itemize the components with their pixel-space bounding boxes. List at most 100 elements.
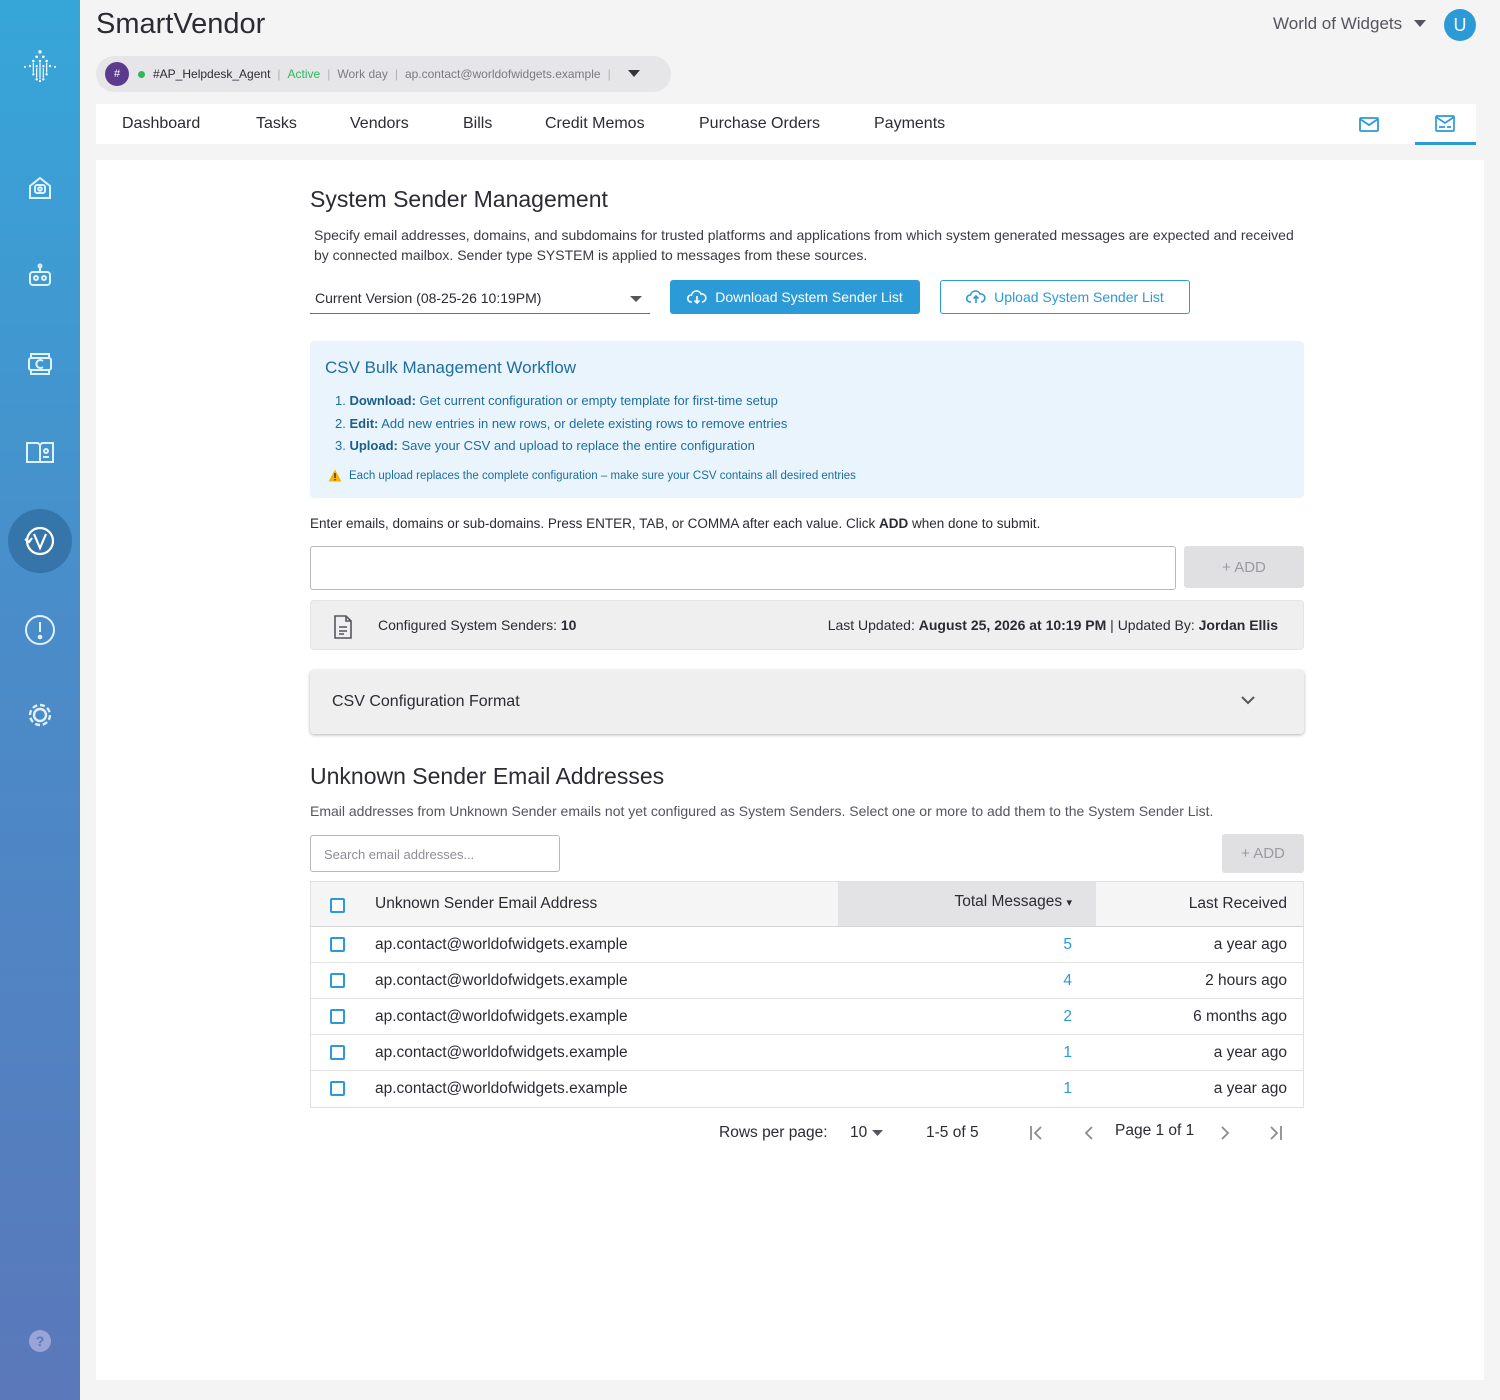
row-total-messages[interactable]: 5 xyxy=(1063,936,1072,954)
download-label: Download System Sender List xyxy=(715,289,903,305)
unknown-senders-description: Email addresses from Unknown Sender emai… xyxy=(310,803,1214,819)
row-last-received: a year ago xyxy=(1213,1044,1287,1061)
settings-icon[interactable] xyxy=(20,695,60,735)
row-last-received: 6 months ago xyxy=(1193,1008,1287,1025)
row-last-received: a year ago xyxy=(1213,1080,1287,1097)
rows-per-page-label: Rows per page: xyxy=(719,1124,828,1141)
version-value: Current Version (08-25-26 10:19PM) xyxy=(315,290,542,306)
agent-hash-icon: # xyxy=(105,62,129,86)
row-total-messages[interactable]: 2 xyxy=(1063,1008,1072,1026)
upload-label: Upload System Sender List xyxy=(994,289,1164,305)
row-total-messages[interactable]: 4 xyxy=(1063,972,1072,990)
csv-format-accordion[interactable]: CSV Configuration Format xyxy=(310,670,1304,734)
col-email[interactable]: Unknown Sender Email Address xyxy=(375,895,597,913)
agent-schedule: Work day xyxy=(337,67,388,81)
agent-selector[interactable]: # #AP_Helpdesk_Agent | Active | Work day… xyxy=(96,56,671,92)
status-dot xyxy=(138,70,145,78)
org-name: World of Widgets xyxy=(1273,14,1403,33)
robot-icon[interactable] xyxy=(20,256,60,296)
configured-count: Configured System Senders: 10 xyxy=(378,617,577,633)
document-icon xyxy=(334,615,352,639)
app-title: SmartVendor xyxy=(96,8,266,40)
separator: | xyxy=(327,67,331,81)
separator: | xyxy=(394,67,398,81)
mail-icon[interactable] xyxy=(1357,112,1381,136)
table-row: ap.contact@worldofwidgets.example 4 2 ho… xyxy=(311,963,1303,999)
sender-entry-input[interactable] xyxy=(310,546,1176,590)
tab-credit-memos[interactable]: Credit Memos xyxy=(545,115,645,133)
download-system-sender-button[interactable]: Download System Sender List xyxy=(670,280,920,314)
pagination: Rows per page: 10 1-5 of 5 Page 1 of 1 xyxy=(310,1120,1304,1150)
csv-workflow-info: CSV Bulk Management Workflow 1. Download… xyxy=(310,341,1304,498)
search-input[interactable]: Search email addresses... xyxy=(310,835,560,872)
workflow-step: 1. Download: Get current configuration o… xyxy=(335,393,778,408)
row-email: ap.contact@worldofwidgets.example xyxy=(375,1044,628,1061)
active-tab-underline xyxy=(1415,142,1476,145)
col-total-messages[interactable]: Total Messages ▾ xyxy=(954,893,1072,911)
main-content: System Sender Management Specify email a… xyxy=(96,160,1484,1380)
page-title: System Sender Management xyxy=(310,186,608,212)
help-icon[interactable]: ? xyxy=(20,1321,60,1361)
tab-vendors[interactable]: Vendors xyxy=(350,115,409,133)
row-checkbox[interactable] xyxy=(330,937,345,952)
configured-summary: Configured System Senders: 10 Last Updat… xyxy=(310,600,1304,650)
page-description: Specify email addresses, domains, and su… xyxy=(314,227,1294,263)
version-select[interactable]: Current Version (08-25-26 10:19PM) xyxy=(310,284,650,314)
vendor-v-icon[interactable] xyxy=(20,521,60,561)
page-range: 1-5 of 5 xyxy=(926,1124,979,1141)
row-total-messages[interactable]: 1 xyxy=(1063,1080,1072,1098)
row-email: ap.contact@worldofwidgets.example xyxy=(375,1080,628,1097)
row-total-messages[interactable]: 1 xyxy=(1063,1044,1072,1062)
main-nav: Dashboard Tasks Vendors Bills Credit Mem… xyxy=(96,104,1476,145)
separator: | xyxy=(277,67,281,81)
alert-icon[interactable] xyxy=(20,610,60,650)
cloud-download-icon xyxy=(687,290,707,305)
page-indicator: Page 1 of 1 xyxy=(1115,1122,1195,1139)
separator: | xyxy=(607,67,611,81)
workflow-steps: 1. Download: Get current configuration o… xyxy=(335,390,787,458)
last-updated: Last Updated: August 25, 2026 at 10:19 P… xyxy=(827,617,1278,633)
first-page-icon[interactable] xyxy=(1028,1125,1046,1141)
tab-tasks[interactable]: Tasks xyxy=(256,115,297,133)
book-icon[interactable] xyxy=(20,432,60,472)
chevron-down-icon xyxy=(627,70,640,77)
org-selector[interactable]: World of Widgets xyxy=(1273,14,1427,34)
warning-icon xyxy=(328,469,342,482)
table-header: Unknown Sender Email Address Total Messa… xyxy=(311,882,1303,927)
avatar[interactable]: U xyxy=(1444,9,1476,41)
add-unknown-sender-button[interactable]: + ADD xyxy=(1222,834,1304,873)
sort-desc-icon: ▾ xyxy=(1066,897,1072,909)
tab-payments[interactable]: Payments xyxy=(874,115,945,133)
row-checkbox[interactable] xyxy=(330,1045,345,1060)
prev-page-icon[interactable] xyxy=(1082,1125,1096,1141)
tab-purchase-orders[interactable]: Purchase Orders xyxy=(699,115,820,133)
row-checkbox[interactable] xyxy=(330,1009,345,1024)
row-checkbox[interactable] xyxy=(330,1081,345,1096)
chevron-down-icon xyxy=(1414,20,1427,27)
add-sender-button[interactable]: + ADD xyxy=(1184,546,1304,588)
logo-icon[interactable] xyxy=(20,46,60,86)
tab-bills[interactable]: Bills xyxy=(463,115,492,133)
cycle-c-icon[interactable] xyxy=(20,344,60,384)
rows-per-page-select[interactable]: 10 xyxy=(850,1124,884,1142)
agent-name: #AP_Helpdesk_Agent xyxy=(153,67,271,81)
next-page-icon[interactable] xyxy=(1218,1125,1232,1141)
select-all-checkbox[interactable] xyxy=(330,898,345,913)
row-email: ap.contact@worldofwidgets.example xyxy=(375,972,628,989)
tab-dashboard[interactable]: Dashboard xyxy=(122,115,200,133)
workflow-step: 3. Upload: Save your CSV and upload to r… xyxy=(335,438,755,453)
row-checkbox[interactable] xyxy=(330,973,345,988)
svg-text:?: ? xyxy=(36,1333,45,1349)
mail-settings-icon[interactable] xyxy=(1433,112,1457,136)
table-row: ap.contact@worldofwidgets.example 2 6 mo… xyxy=(311,999,1303,1035)
workflow-warning: Each upload replaces the complete config… xyxy=(328,469,856,482)
row-email: ap.contact@worldofwidgets.example xyxy=(375,936,628,953)
col-last-received[interactable]: Last Received xyxy=(1189,895,1287,913)
row-last-received: a year ago xyxy=(1213,936,1287,953)
home-icon[interactable] xyxy=(20,168,60,208)
row-last-received: 2 hours ago xyxy=(1205,972,1287,989)
workflow-title: CSV Bulk Management Workflow xyxy=(325,358,577,377)
last-page-icon[interactable] xyxy=(1266,1125,1284,1141)
upload-system-sender-button[interactable]: Upload System Sender List xyxy=(940,280,1190,314)
chevron-down-icon xyxy=(872,1129,884,1136)
